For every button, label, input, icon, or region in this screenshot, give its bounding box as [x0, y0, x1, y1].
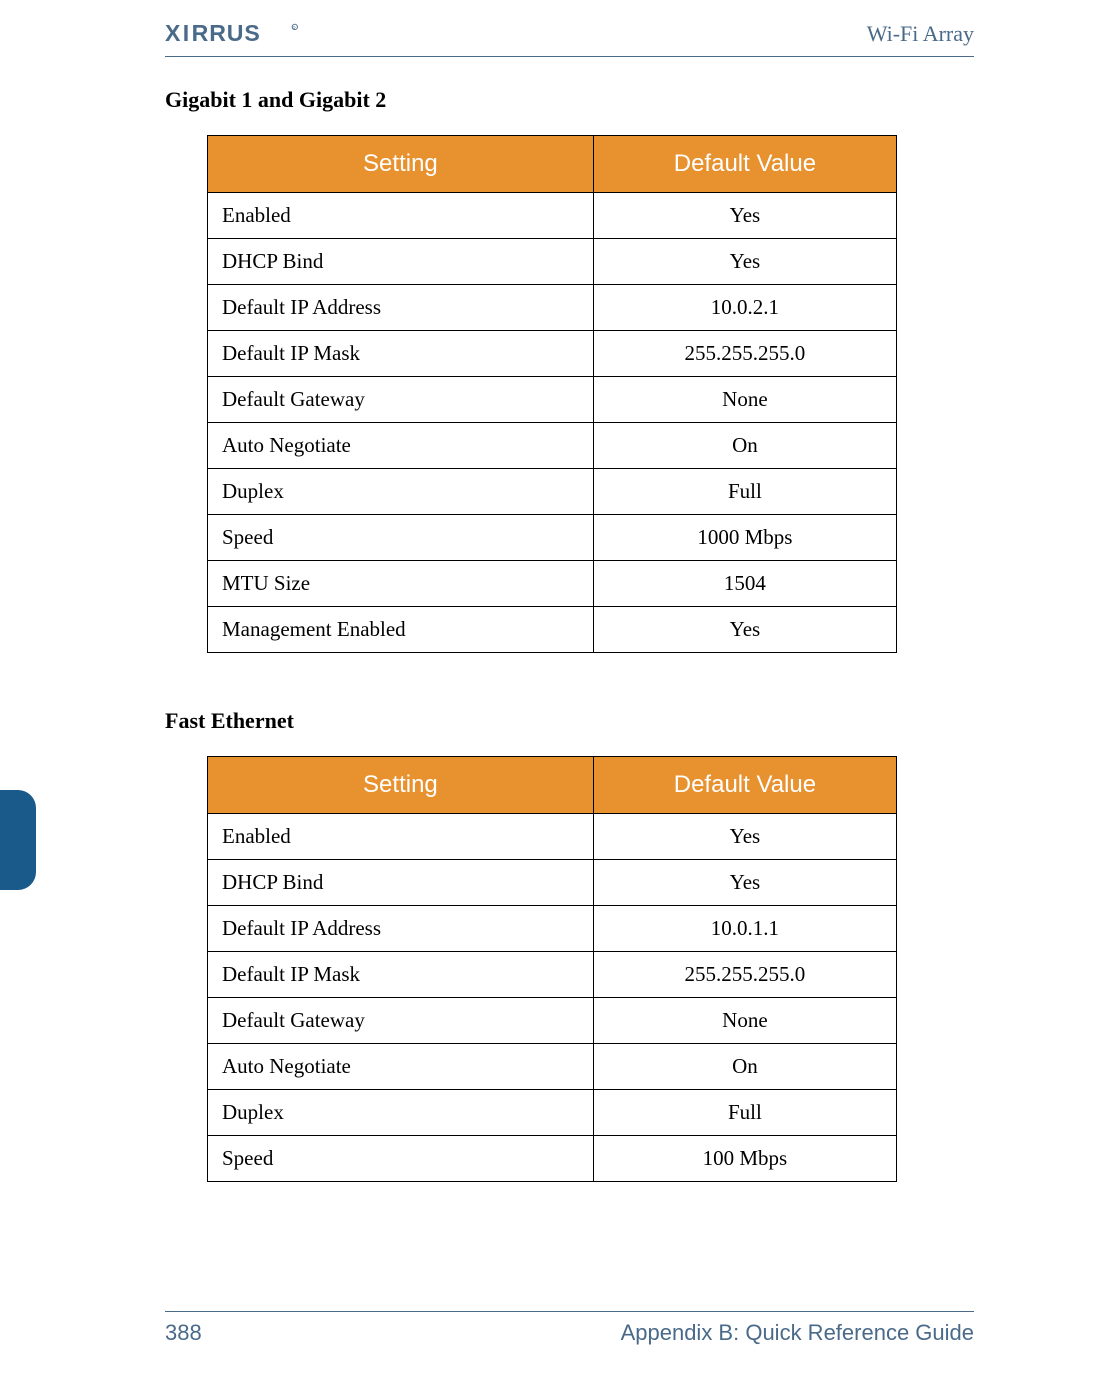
table-row: DuplexFull [208, 469, 897, 515]
value-cell: 255.255.255.0 [593, 331, 896, 377]
svg-text:X: X [165, 20, 181, 46]
setting-cell: Speed [208, 1136, 594, 1182]
table-row: EnabledYes [208, 814, 897, 860]
table-row: Default GatewayNone [208, 377, 897, 423]
value-cell: 1000 Mbps [593, 515, 896, 561]
table-row: DHCP BindYes [208, 860, 897, 906]
table-row: Speed100 Mbps [208, 1136, 897, 1182]
value-cell: 1504 [593, 561, 896, 607]
table-header-default: Default Value [593, 757, 896, 814]
setting-cell: Enabled [208, 814, 594, 860]
setting-cell: Default IP Mask [208, 952, 594, 998]
section-title-gigabit: Gigabit 1 and Gigabit 2 [165, 87, 974, 113]
value-cell: 10.0.1.1 [593, 906, 896, 952]
table-row: DuplexFull [208, 1090, 897, 1136]
value-cell: None [593, 377, 896, 423]
value-cell: 100 Mbps [593, 1136, 896, 1182]
table-row: Default GatewayNone [208, 998, 897, 1044]
value-cell: 255.255.255.0 [593, 952, 896, 998]
value-cell: None [593, 998, 896, 1044]
value-cell: On [593, 423, 896, 469]
value-cell: Yes [593, 607, 896, 653]
value-cell: Full [593, 469, 896, 515]
page-content: X I RRUS R Wi-Fi Array Gigabit 1 and Gig… [0, 0, 1094, 1381]
table-row: Auto NegotiateOn [208, 423, 897, 469]
footer-label: Appendix B: Quick Reference Guide [621, 1320, 974, 1346]
table-row: Default IP Address10.0.1.1 [208, 906, 897, 952]
value-cell: Yes [593, 239, 896, 285]
svg-text:I: I [183, 20, 190, 46]
setting-cell: Auto Negotiate [208, 423, 594, 469]
gigabit-table: Setting Default Value EnabledYes DHCP Bi… [207, 135, 897, 653]
table-row: Default IP Mask255.255.255.0 [208, 952, 897, 998]
setting-cell: Enabled [208, 193, 594, 239]
page-number: 388 [165, 1320, 202, 1346]
setting-cell: Management Enabled [208, 607, 594, 653]
page-footer: 388 Appendix B: Quick Reference Guide [165, 1311, 974, 1346]
svg-text:RRUS: RRUS [192, 20, 261, 46]
setting-cell: Duplex [208, 1090, 594, 1136]
setting-cell: Default IP Address [208, 906, 594, 952]
fast-ethernet-table: Setting Default Value EnabledYes DHCP Bi… [207, 756, 897, 1182]
setting-cell: Auto Negotiate [208, 1044, 594, 1090]
setting-cell: Default IP Address [208, 285, 594, 331]
page-header: X I RRUS R Wi-Fi Array [165, 20, 974, 57]
svg-text:R: R [293, 26, 296, 31]
table-header-setting: Setting [208, 757, 594, 814]
table-row: MTU Size1504 [208, 561, 897, 607]
value-cell: 10.0.2.1 [593, 285, 896, 331]
value-cell: Yes [593, 814, 896, 860]
setting-cell: Default IP Mask [208, 331, 594, 377]
header-title: Wi-Fi Array [867, 21, 974, 47]
table-row: EnabledYes [208, 193, 897, 239]
table-row: Management EnabledYes [208, 607, 897, 653]
value-cell: Yes [593, 860, 896, 906]
setting-cell: Speed [208, 515, 594, 561]
setting-cell: Duplex [208, 469, 594, 515]
setting-cell: MTU Size [208, 561, 594, 607]
setting-cell: DHCP Bind [208, 860, 594, 906]
setting-cell: DHCP Bind [208, 239, 594, 285]
setting-cell: Default Gateway [208, 998, 594, 1044]
table-row: Default IP Mask255.255.255.0 [208, 331, 897, 377]
table-row: Speed1000 Mbps [208, 515, 897, 561]
table-row: Default IP Address10.0.2.1 [208, 285, 897, 331]
xirrus-logo: X I RRUS R [165, 20, 325, 48]
section-title-fast-ethernet: Fast Ethernet [165, 708, 974, 734]
value-cell: On [593, 1044, 896, 1090]
setting-cell: Default Gateway [208, 377, 594, 423]
table-header-setting: Setting [208, 136, 594, 193]
value-cell: Full [593, 1090, 896, 1136]
value-cell: Yes [593, 193, 896, 239]
table-header-default: Default Value [593, 136, 896, 193]
table-row: DHCP BindYes [208, 239, 897, 285]
table-row: Auto NegotiateOn [208, 1044, 897, 1090]
